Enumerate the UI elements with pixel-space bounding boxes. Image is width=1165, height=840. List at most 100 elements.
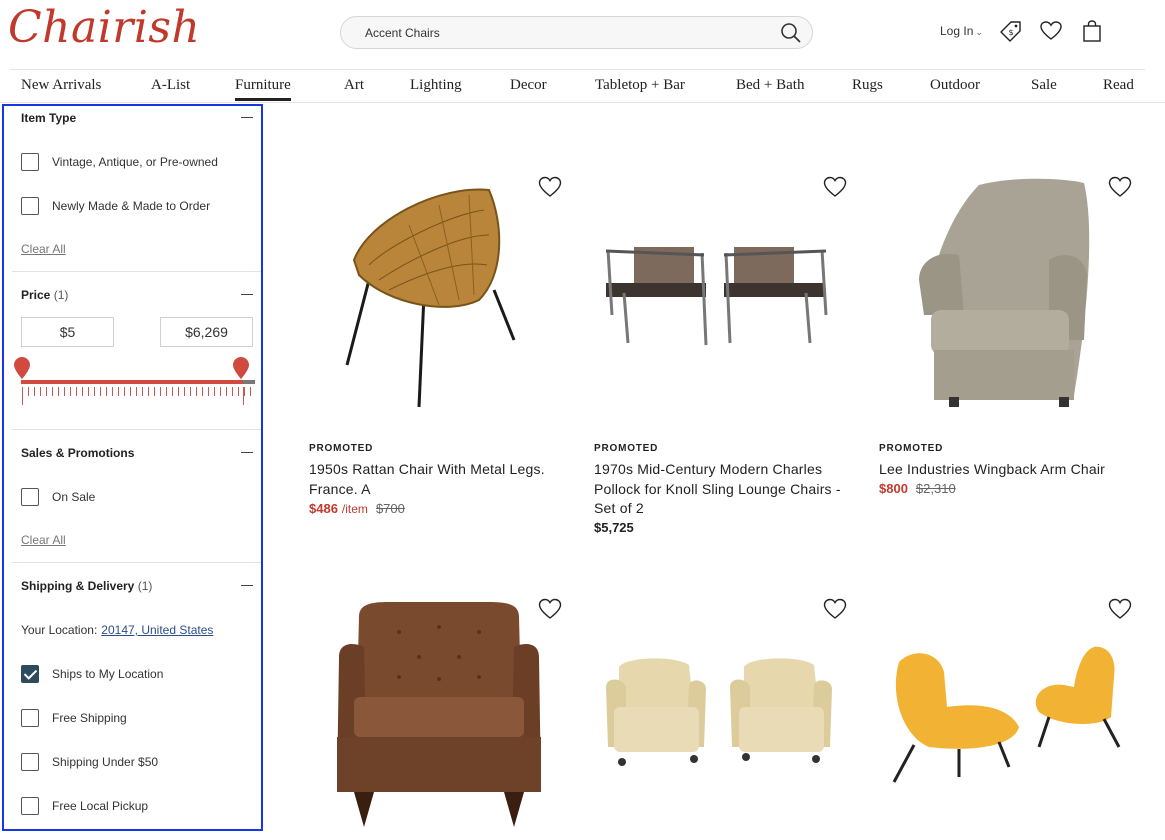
filter-ships-to-location[interactable]: Ships to My Location: [21, 664, 163, 684]
product-title[interactable]: 1970s Mid-Century Modern Charles Pollock…: [594, 460, 844, 519]
favorite-heart-icon[interactable]: [1108, 176, 1132, 198]
filter-shipping-under-50[interactable]: Shipping Under $50: [21, 752, 158, 772]
shopping-bag-icon[interactable]: [1080, 19, 1104, 43]
svg-text:$: $: [1009, 28, 1014, 37]
favorite-heart-icon[interactable]: [1108, 598, 1132, 620]
login-link[interactable]: Log In ⌄: [940, 24, 983, 38]
price-title[interactable]: Price (1): [21, 288, 68, 302]
nav-bed-bath[interactable]: Bed + Bath: [736, 77, 804, 94]
favorite-heart-icon[interactable]: [823, 598, 847, 620]
product-title[interactable]: 1950s Rattan Chair With Metal Legs. Fran…: [309, 460, 559, 499]
product-price: $486/item $700: [309, 501, 405, 516]
nav-outdoor[interactable]: Outdoor: [930, 77, 980, 94]
favorite-heart-icon[interactable]: [538, 598, 562, 620]
location-link[interactable]: 20147, United States: [101, 623, 213, 637]
min-price-handle[interactable]: [13, 356, 31, 380]
product-title[interactable]: Lee Industries Wingback Arm Chair: [879, 460, 1129, 480]
checkbox[interactable]: [21, 797, 39, 815]
collapse-icon[interactable]: [241, 585, 253, 586]
product-card[interactable]: [879, 587, 1149, 840]
checkbox[interactable]: [21, 197, 39, 215]
checkbox[interactable]: [21, 753, 39, 771]
section-divider: [12, 271, 261, 272]
promoted-badge: PROMOTED: [879, 443, 944, 454]
filter-label: Free Shipping: [52, 711, 127, 725]
filter-label: On Sale: [52, 490, 96, 504]
price-slider-remainder: [243, 380, 255, 384]
filter-newly-made[interactable]: Newly Made & Made to Order: [21, 196, 210, 216]
clear-all-sales[interactable]: Clear All: [21, 533, 66, 547]
favorite-heart-icon[interactable]: [538, 176, 562, 198]
filter-free-local-pickup[interactable]: Free Local Pickup: [21, 796, 148, 816]
price-slider-track[interactable]: [21, 380, 255, 384]
product-card[interactable]: [309, 587, 579, 840]
max-price-handle[interactable]: [232, 356, 250, 380]
nav-furniture[interactable]: Furniture: [235, 77, 291, 101]
nav-a-list[interactable]: A-List: [151, 77, 190, 94]
nav-decor[interactable]: Decor: [510, 77, 547, 94]
nav-sale[interactable]: Sale: [1031, 77, 1057, 94]
chairish-logo[interactable]: Chairish: [8, 2, 200, 53]
login-label: Log In: [940, 24, 974, 38]
filter-label: Vintage, Antique, or Pre-owned: [52, 155, 218, 169]
tick-marker: [22, 387, 23, 405]
sale-price: $800: [879, 481, 908, 496]
product-card[interactable]: PROMOTED 1970s Mid-Century Modern Charle…: [594, 165, 864, 545]
clear-all-item-type[interactable]: Clear All: [21, 242, 66, 256]
checkbox-checked[interactable]: [21, 665, 39, 683]
search-input[interactable]: Accent Chairs: [365, 26, 440, 40]
product-image-wingback-chair[interactable]: [879, 165, 1139, 415]
shipping-title[interactable]: Shipping & Delivery (1): [21, 579, 152, 593]
nav-lighting[interactable]: Lighting: [410, 77, 462, 94]
price-tag-icon[interactable]: $: [999, 19, 1023, 43]
nav-tabletop-bar[interactable]: Tabletop + Bar: [595, 77, 685, 94]
product-card[interactable]: PROMOTED 1950s Rattan Chair With Metal L…: [309, 165, 579, 525]
nav-read[interactable]: Read: [1103, 77, 1134, 94]
heart-icon[interactable]: [1039, 19, 1063, 43]
filter-sidebar: Item Type Vintage, Antique, or Pre-owned…: [2, 104, 263, 831]
product-price: $5,725: [594, 520, 634, 535]
filter-label: Newly Made & Made to Order: [52, 199, 211, 213]
product-image-rattan-chair[interactable]: [309, 165, 569, 415]
filter-free-shipping[interactable]: Free Shipping: [21, 708, 127, 728]
nav-divider: [0, 102, 1165, 103]
checkbox[interactable]: [21, 153, 39, 171]
filter-vintage[interactable]: Vintage, Antique, or Pre-owned: [21, 152, 218, 172]
search-bar[interactable]: Accent Chairs: [340, 16, 813, 49]
collapse-icon[interactable]: [241, 117, 253, 118]
sale-price: $486: [309, 501, 338, 516]
price-count: (1): [53, 288, 69, 302]
your-location: Your Location: 20147, United States: [21, 623, 213, 637]
sales-promotions-title[interactable]: Sales & Promotions: [21, 446, 134, 460]
promoted-badge: PROMOTED: [594, 443, 659, 454]
nav-art[interactable]: Art: [344, 77, 364, 94]
favorite-heart-icon[interactable]: [823, 176, 847, 198]
price-title-text: Price: [21, 288, 51, 302]
product-image-yellow-lounge-chairs[interactable]: [879, 587, 1139, 837]
product-image-tufted-leather-chair[interactable]: [309, 587, 569, 837]
product-card[interactable]: [594, 587, 864, 840]
collapse-icon[interactable]: [241, 452, 253, 453]
item-type-title[interactable]: Item Type: [21, 111, 76, 125]
product-price: $800 $2,310: [879, 481, 956, 496]
category-nav: New Arrivals A-List Furniture Art Lighti…: [10, 69, 1145, 104]
original-price: $2,310: [915, 481, 956, 496]
shipping-title-text: Shipping & Delivery: [21, 579, 135, 593]
tick-mask: [22, 396, 255, 405]
max-price-input[interactable]: $6,269: [160, 317, 253, 347]
product-image-sling-lounge-chairs[interactable]: [594, 165, 854, 415]
nav-rugs[interactable]: Rugs: [852, 77, 883, 94]
nav-new-arrivals[interactable]: New Arrivals: [21, 77, 101, 94]
price-unit: /item: [341, 502, 368, 516]
collapse-icon[interactable]: [241, 294, 253, 295]
min-price-input[interactable]: $5: [21, 317, 114, 347]
price: $5,725: [594, 520, 634, 535]
checkbox[interactable]: [21, 488, 39, 506]
product-card[interactable]: PROMOTED Lee Industries Wingback Arm Cha…: [879, 165, 1149, 525]
checkbox[interactable]: [21, 709, 39, 727]
product-image-cream-club-chairs[interactable]: [594, 587, 854, 837]
search-icon[interactable]: [780, 22, 802, 44]
section-divider: [12, 429, 261, 430]
filter-on-sale[interactable]: On Sale: [21, 487, 95, 507]
tick-marker: [243, 387, 244, 405]
